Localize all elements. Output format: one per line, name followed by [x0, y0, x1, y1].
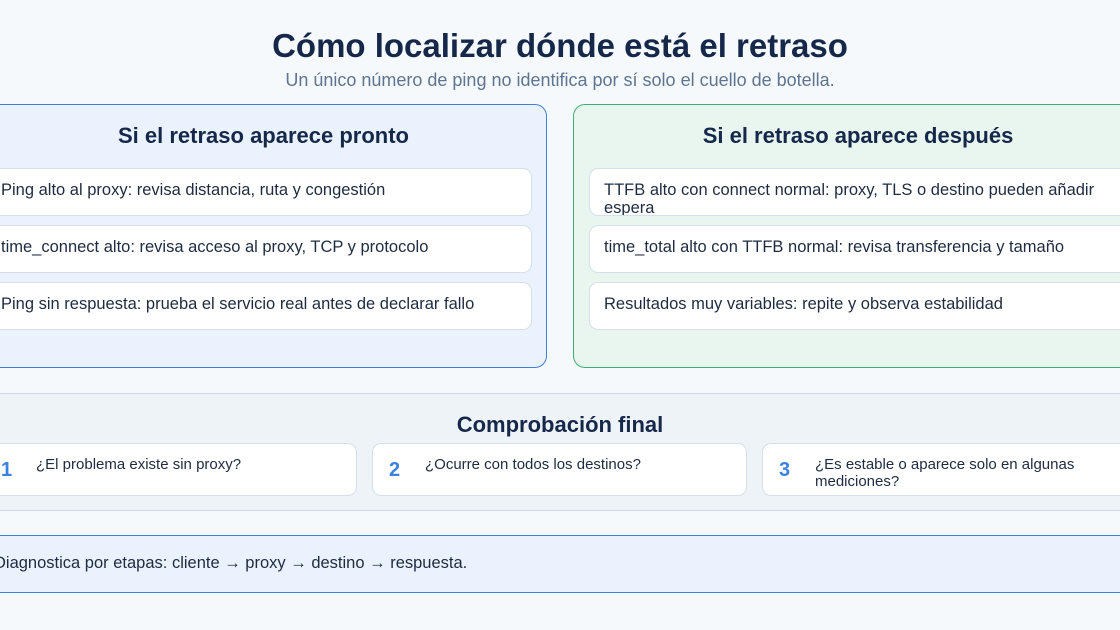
step-number: 2 [389, 459, 401, 481]
early-delay-item: Ping sin respuesta: prueba el servicio r… [0, 282, 532, 330]
page-title: Cómo localizar dónde está el retraso [272, 27, 848, 64]
early-delay-panel-title: Si el retraso aparece pronto [118, 123, 409, 148]
step-question: ¿El problema existe sin proxy? [36, 456, 242, 473]
step-number: 1 [1, 459, 13, 481]
late-delay-panel-title: Si el retraso aparece después [702, 123, 1014, 148]
step-number: 3 [779, 459, 791, 481]
final-check-step: 1 ¿El problema existe sin proxy? [0, 443, 357, 496]
early-delay-panel: Si el retraso aparece pronto Ping alto a… [0, 104, 547, 368]
final-check-section: Comprobación final 1 ¿El problema existe… [0, 393, 1120, 511]
step-question: ¿Es estable o aparece solo en algunas me… [815, 456, 1075, 490]
final-check-step: 3 ¿Es estable o aparece solo en algunas … [762, 443, 1120, 496]
page-subtitle: Un único número de ping no identifica po… [285, 70, 835, 90]
late-delay-panel: Si el retraso aparece después TTFB alto … [573, 104, 1120, 368]
diagnosis-note-text: Diagnostica por etapas: cliente → proxy … [0, 554, 468, 572]
early-delay-item: Ping alto al proxy: revisa distancia, ru… [0, 168, 532, 216]
early-delay-item: time_connect alto: revisa acceso al prox… [0, 225, 532, 273]
late-delay-item: Resultados muy variables: repite y obser… [589, 282, 1120, 330]
late-delay-item: time_total alto con TTFB normal: revisa … [589, 225, 1120, 273]
final-check-step: 2 ¿Ocurre con todos los destinos? [372, 443, 747, 496]
diagnosis-note: Diagnostica por etapas: cliente → proxy … [0, 535, 1120, 593]
final-check-title: Comprobación final [456, 412, 664, 437]
late-delay-item: TTFB alto con connect normal: proxy, TLS… [589, 168, 1120, 216]
step-question: ¿Ocurre con todos los destinos? [425, 456, 641, 473]
